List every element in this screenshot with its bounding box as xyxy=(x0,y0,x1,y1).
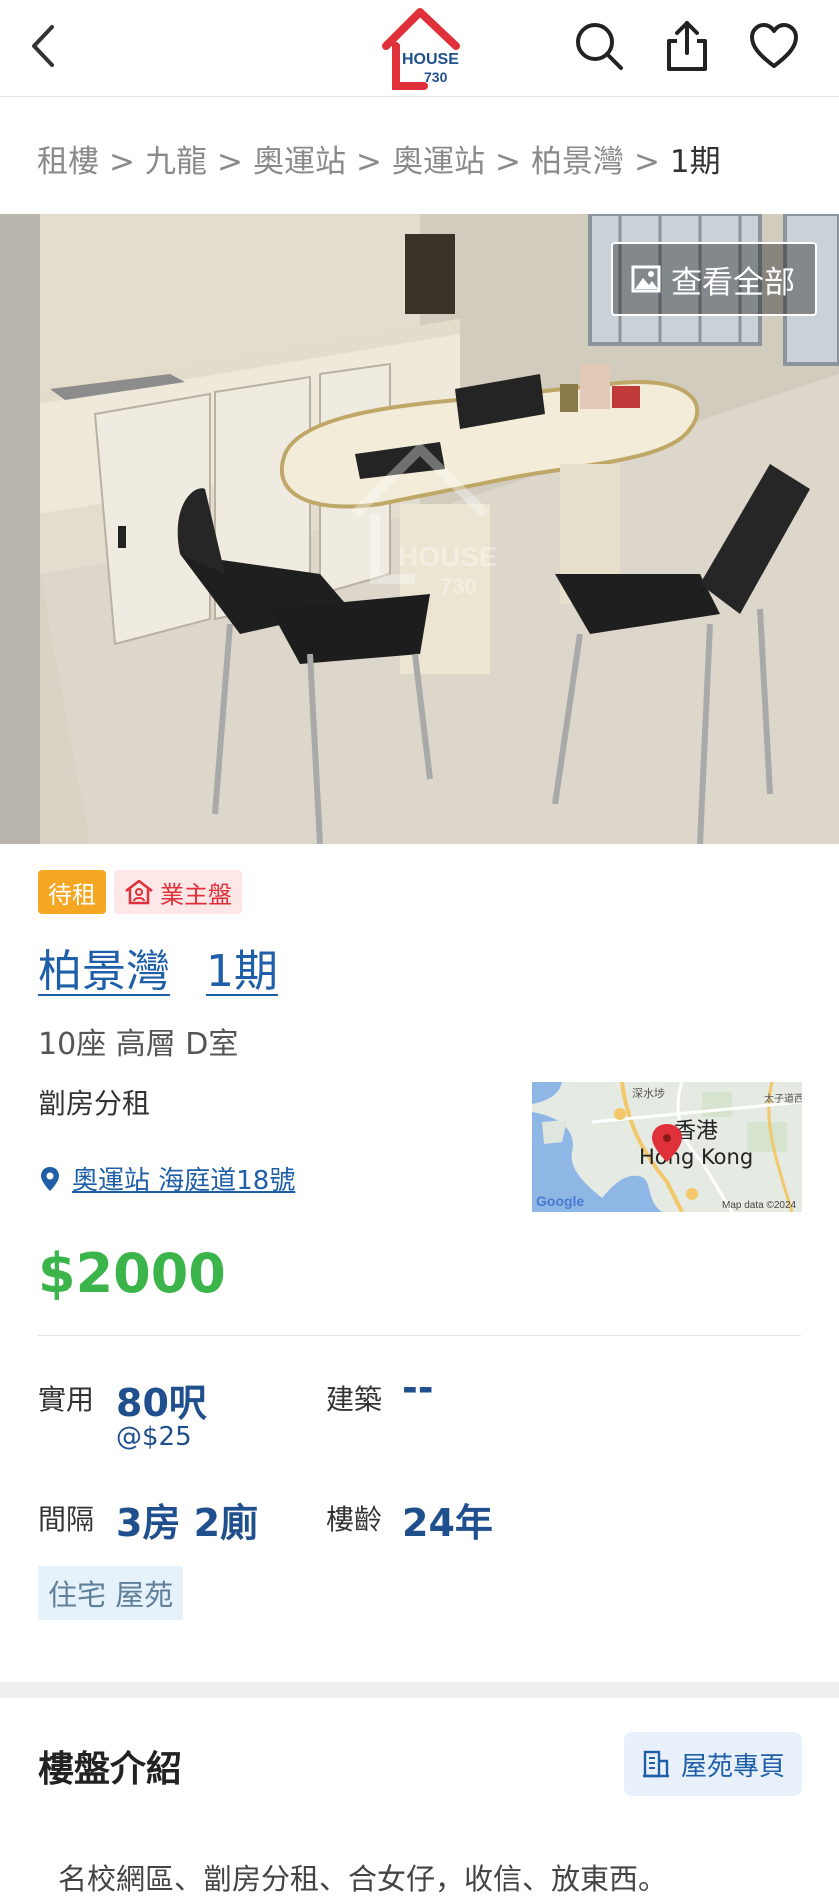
property-type-chip: 住宅 屋苑 xyxy=(38,1566,184,1620)
phase-link[interactable]: 1期 xyxy=(206,946,278,997)
listing-title: 柏景灣 1期 xyxy=(38,935,278,999)
location-map[interactable]: 深水埗 太子道西 香港 Hong Kong Google Map data ©2… xyxy=(532,1082,802,1212)
svg-text:太子道西: 太子道西 xyxy=(764,1092,802,1105)
top-bar: HOUSE 730 xyxy=(0,0,839,97)
back-button[interactable] xyxy=(12,14,76,78)
view-all-photos-button[interactable]: 查看全部 xyxy=(611,242,817,316)
svg-text:Map data ©2024: Map data ©2024 xyxy=(722,1200,797,1211)
building-icon xyxy=(642,1750,669,1778)
house730-logo[interactable]: HOUSE 730 xyxy=(380,6,462,92)
breadcrumb-item-estate[interactable]: 柏景灣 xyxy=(531,144,624,180)
divider xyxy=(38,1335,801,1336)
estate-link[interactable]: 柏景灣 xyxy=(38,946,170,997)
rent-price: $2000 xyxy=(38,1242,226,1305)
breadcrumb-item-rent[interactable]: 租樓 xyxy=(37,144,99,180)
saleable-area-value: 80呎 xyxy=(116,1381,207,1425)
search-icon xyxy=(576,23,623,70)
listing-tags: 待租 業主盤 xyxy=(38,870,242,914)
layout-value: 3房 2廁 xyxy=(116,1501,259,1545)
gross-area-value: -- xyxy=(402,1366,434,1410)
share-button[interactable] xyxy=(655,14,719,78)
chevron-left-icon xyxy=(32,25,54,67)
listing-subtype: 劏房分租 xyxy=(38,1087,151,1120)
logo-text: HOUSE xyxy=(402,51,459,68)
owner-listing-badge: 業主盤 xyxy=(114,870,242,914)
unit-price: @$25 xyxy=(116,1422,192,1452)
view-all-label: 查看全部 xyxy=(671,264,795,301)
address-text: 奧運站 海庭道18號 xyxy=(72,1166,296,1196)
breadcrumb-item-olympic-station[interactable]: 奧運站 xyxy=(392,144,485,180)
building-age-value: 24年 xyxy=(402,1501,493,1545)
breadcrumb-item-kowloon[interactable]: 九龍 xyxy=(145,144,207,180)
search-button[interactable] xyxy=(567,14,631,78)
svg-text:Google: Google xyxy=(536,1193,584,1209)
svg-text:730: 730 xyxy=(440,574,477,599)
breadcrumb-item-phase: 1期 xyxy=(669,144,721,180)
breadcrumb-item-olympic-district[interactable]: 奧運站 xyxy=(253,144,346,180)
share-icon xyxy=(667,21,707,71)
svg-text:深水埗: 深水埗 xyxy=(632,1086,665,1100)
owner-house-icon xyxy=(125,879,153,905)
building-age-label: 樓齡 xyxy=(326,1503,383,1536)
estate-page-label: 屋苑專頁 xyxy=(680,1751,785,1782)
saleable-area-label: 實用 xyxy=(38,1383,95,1416)
intro-section-title: 樓盤介紹 xyxy=(38,1749,183,1790)
address-link[interactable]: 奧運站 海庭道18號 xyxy=(40,1160,295,1197)
section-separator xyxy=(0,1682,839,1698)
image-icon xyxy=(631,265,661,293)
location-pin-icon xyxy=(41,1166,59,1191)
layout-label: 間隔 xyxy=(38,1503,95,1536)
listing-photo[interactable]: HOUSE 730 查看全部 xyxy=(0,214,839,844)
svg-text:HOUSE: HOUSE xyxy=(398,541,498,572)
gross-area-label: 建築 xyxy=(326,1383,383,1416)
favorite-button[interactable] xyxy=(742,14,806,78)
estate-page-button[interactable]: 屋苑專頁 xyxy=(624,1732,802,1796)
listing-description: 名校網區、劏房分租、合女仔，收信、放東西。 xyxy=(58,1862,668,1896)
status-badge: 待租 xyxy=(38,870,106,914)
breadcrumb: 租樓 > 九龍 > 奧運站 > 奧運站 > 柏景灣 >1期 xyxy=(37,144,721,180)
heart-icon xyxy=(750,23,798,68)
unit-info: 10座 高層 D室 xyxy=(38,1027,239,1062)
logo-number: 730 xyxy=(424,69,448,85)
